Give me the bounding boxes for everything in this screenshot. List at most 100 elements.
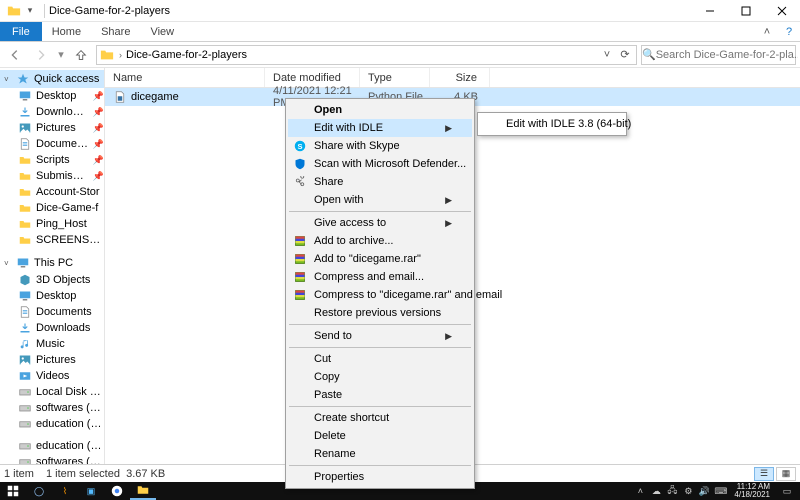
downloads-icon <box>18 105 32 119</box>
chevron-down-icon: ˅ <box>4 259 12 268</box>
sidebar-item[interactable]: Desktop <box>0 288 104 304</box>
taskbar-app-explorer[interactable] <box>130 482 156 500</box>
refresh-button[interactable]: ⟳ <box>616 48 634 61</box>
maximize-button[interactable] <box>728 0 764 22</box>
context-menu-item[interactable]: Edit with IDLE▶ <box>288 119 472 137</box>
sidebar-item[interactable]: softwares (D:) <box>0 454 104 464</box>
recent-locations-button[interactable]: ▾ <box>56 44 66 66</box>
sidebar-this-pc-header[interactable]: ˅ This PC <box>0 254 104 272</box>
nav-forward-button[interactable] <box>30 44 52 66</box>
menu-item-label: Scan with Microsoft Defender... <box>314 158 466 170</box>
sidebar-item[interactable]: Downloads📌 <box>0 104 104 120</box>
close-button[interactable] <box>764 0 800 22</box>
view-details-button[interactable]: ☰ <box>754 467 774 481</box>
sidebar-item[interactable]: Account-Stor <box>0 184 104 200</box>
sidebar-item[interactable]: Dice-Game-f <box>0 200 104 216</box>
taskbar-clock[interactable]: 11:12 AM 4/18/2021 <box>730 483 774 499</box>
context-menu-item[interactable]: Cut <box>288 350 472 368</box>
tray-language-icon[interactable]: ⌨ <box>714 486 726 497</box>
help-button[interactable]: ? <box>778 22 800 41</box>
search-input[interactable] <box>656 49 798 61</box>
taskbar-app-chrome[interactable] <box>104 482 130 500</box>
column-header-size[interactable]: Size <box>430 68 490 87</box>
sidebar-item[interactable]: Documents <box>0 304 104 320</box>
app-icon: ⌇ <box>63 486 67 497</box>
sidebar-item[interactable]: Pictures📌 <box>0 120 104 136</box>
tray-chevron-up-icon[interactable]: ˄ <box>634 486 646 496</box>
quick-access-toolbar-chevron-icon[interactable]: ▾ <box>26 5 34 16</box>
context-menu-item[interactable]: Add to "dicegame.rar" <box>288 250 472 268</box>
context-menu-item[interactable]: Create shortcut <box>288 409 472 427</box>
start-button[interactable] <box>0 482 26 500</box>
context-menu-item[interactable]: Scan with Microsoft Defender... <box>288 155 472 173</box>
sidebar-item[interactable]: Scripts📌 <box>0 152 104 168</box>
pictures-icon <box>18 353 32 367</box>
sidebar-item[interactable]: Videos <box>0 368 104 384</box>
context-menu-item[interactable]: Properties <box>288 468 472 486</box>
tray-wifi-icon[interactable]: ⚙ <box>682 486 694 497</box>
sidebar-quick-access-header[interactable]: ˅ Quick access <box>0 70 104 88</box>
context-menu-item[interactable]: Rename <box>288 445 472 463</box>
separator <box>44 4 45 18</box>
tab-view[interactable]: View <box>140 22 184 41</box>
tab-share[interactable]: Share <box>91 22 140 41</box>
context-menu-item[interactable]: Open <box>288 101 472 119</box>
star-icon <box>16 72 30 86</box>
sidebar-item-label: Pictures <box>36 354 104 366</box>
tab-home[interactable]: Home <box>42 22 91 41</box>
sidebar-item[interactable]: Desktop📌 <box>0 88 104 104</box>
column-header-type[interactable]: Type <box>360 68 430 87</box>
blank-icon <box>292 215 308 231</box>
context-menu-item[interactable]: Restore previous versions <box>288 304 472 322</box>
sidebar-item[interactable]: SCREENSHOTS <box>0 232 104 248</box>
sidebar-item[interactable]: Ping_Host <box>0 216 104 232</box>
sidebar-item[interactable]: Pictures <box>0 352 104 368</box>
sidebar-item[interactable]: Documents📌 <box>0 136 104 152</box>
breadcrumb-segment[interactable]: Dice-Game-for-2-players <box>124 49 249 61</box>
tray-onedrive-icon[interactable]: ☁ <box>650 486 662 497</box>
context-menu-item[interactable]: Add to archive... <box>288 232 472 250</box>
search-box[interactable]: 🔍 <box>641 45 796 65</box>
context-menu-item[interactable]: Compress to "dicegame.rar" and email <box>288 286 472 304</box>
nav-back-button[interactable] <box>4 44 26 66</box>
context-menu-item[interactable]: Delete <box>288 427 472 445</box>
tray-volume-icon[interactable]: 🔊 <box>698 486 710 497</box>
ribbon-collapse-button[interactable]: ˄ <box>756 22 778 41</box>
column-header-name[interactable]: Name <box>105 68 265 87</box>
context-menu-item[interactable]: SShare with Skype <box>288 137 472 155</box>
sidebar-item[interactable]: education (E:) <box>0 416 104 432</box>
nav-up-button[interactable] <box>70 44 92 66</box>
sidebar-item[interactable]: education (E:) <box>0 438 104 454</box>
sidebar-item[interactable]: softwares (D:) <box>0 400 104 416</box>
file-tab[interactable]: File <box>0 22 42 41</box>
taskbar-app-generic[interactable]: ⌇ <box>52 482 78 500</box>
action-center-button[interactable]: ▭ <box>774 482 800 500</box>
context-menu-item[interactable]: Open with▶ <box>288 191 472 209</box>
sidebar-item[interactable]: Local Disk (C:) <box>0 384 104 400</box>
context-menu-item[interactable]: Paste <box>288 386 472 404</box>
context-menu-item[interactable]: Share <box>288 173 472 191</box>
context-menu-item[interactable]: Send to▶ <box>288 327 472 345</box>
context-submenu-item[interactable]: Edit with IDLE 3.8 (64-bit) <box>480 115 624 133</box>
address-dropdown-button[interactable]: ˅ <box>598 49 616 61</box>
tray-network-icon[interactable]: 🖧 <box>666 483 678 499</box>
chevron-right-icon: ▶ <box>445 123 452 134</box>
sidebar-item[interactable]: 3D Objects <box>0 272 104 288</box>
sidebar-item[interactable]: Music <box>0 336 104 352</box>
taskbar-app-store[interactable]: ▣ <box>78 482 104 500</box>
taskbar-app-cortana[interactable]: ◯ <box>26 482 52 500</box>
context-menu-item[interactable]: Copy <box>288 368 472 386</box>
minimize-button[interactable] <box>692 0 728 22</box>
python-file-icon <box>113 90 127 104</box>
pin-icon: 📌 <box>93 139 104 150</box>
sidebar-item[interactable]: Submission P📌 <box>0 168 104 184</box>
blank-icon <box>292 305 308 321</box>
context-menu-item[interactable]: Give access to▶ <box>288 214 472 232</box>
folder-icon <box>18 201 32 215</box>
sidebar-item[interactable]: Downloads <box>0 320 104 336</box>
view-large-icons-button[interactable]: ▦ <box>776 467 796 481</box>
file-list-pane: Name Date modified Type Size dicegame4/1… <box>105 68 800 464</box>
address-box[interactable]: › Dice-Game-for-2-players ˅ ⟳ <box>96 45 637 65</box>
context-menu-item[interactable]: Compress and email... <box>288 268 472 286</box>
chevron-right-icon[interactable]: › <box>117 50 124 60</box>
